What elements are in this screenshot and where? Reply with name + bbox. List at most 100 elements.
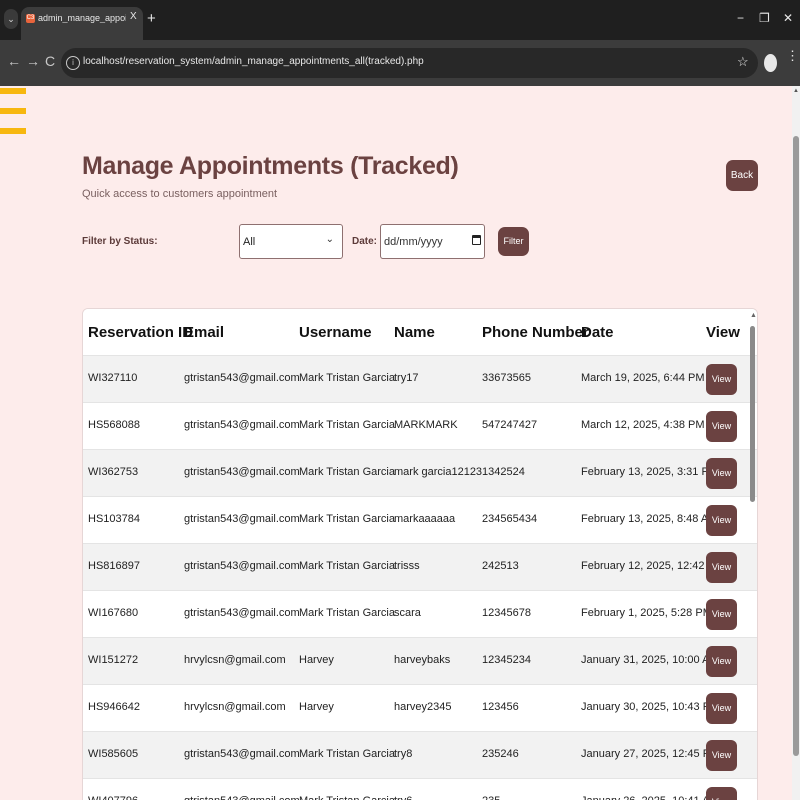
column-header: Phone Number bbox=[482, 324, 589, 341]
reservation-id-cell: WI151272 bbox=[88, 654, 139, 666]
reservation-id-cell: HS816897 bbox=[88, 560, 140, 572]
reservation-id-cell: HS103784 bbox=[88, 513, 140, 525]
username-cell: Mark Tristan Garcia bbox=[299, 419, 395, 431]
reservation-id-cell: WI585605 bbox=[88, 748, 139, 760]
filter-button[interactable]: Filter bbox=[498, 227, 529, 256]
name-cell: markaaaaaa bbox=[394, 513, 456, 525]
appointments-table: Reservation ID Email Username Name Phone… bbox=[82, 308, 758, 800]
email-cell: gtristan543@gmail.com bbox=[184, 466, 300, 478]
browser-tab[interactable]: C3 admin_manage_appointments X bbox=[21, 7, 143, 40]
column-header: Username bbox=[299, 324, 372, 341]
url-field[interactable]: i localhost/reservation_system/admin_man… bbox=[61, 48, 758, 78]
tab-close-button[interactable]: X bbox=[130, 11, 137, 22]
favicon-icon: C3 bbox=[26, 14, 35, 23]
view-button[interactable]: View bbox=[706, 599, 737, 630]
table-scrollbar[interactable]: ▲ bbox=[748, 310, 758, 800]
back-arrow-icon[interactable]: ← bbox=[7, 53, 21, 69]
reservation-id-cell: HS568088 bbox=[88, 419, 140, 431]
back-button[interactable]: Back bbox=[726, 160, 758, 191]
email-cell: gtristan543@gmail.com bbox=[184, 748, 300, 760]
name-cell: harveybaks bbox=[394, 654, 451, 666]
column-header: Reservation ID bbox=[88, 324, 194, 341]
phone-cell: 235 bbox=[482, 795, 500, 800]
phone-cell: 242513 bbox=[482, 560, 519, 572]
chevron-down-icon: ⌄ bbox=[325, 234, 334, 245]
date-cell: February 13, 2025, 8:48 AM bbox=[581, 513, 718, 525]
view-button[interactable]: View bbox=[706, 787, 737, 800]
username-cell: Mark Tristan Garcia bbox=[299, 466, 395, 478]
scroll-thumb[interactable] bbox=[793, 136, 799, 756]
hamburger-menu-icon[interactable] bbox=[0, 88, 26, 136]
bookmark-star-icon[interactable]: ☆ bbox=[737, 54, 749, 70]
date-input[interactable]: dd/mm/yyyy bbox=[380, 224, 485, 259]
window-close-button[interactable]: ✕ bbox=[783, 11, 793, 25]
date-cell: March 12, 2025, 4:38 PM bbox=[581, 419, 705, 431]
username-cell: Harvey bbox=[299, 654, 334, 666]
table-row: WI167680 gtristan543@gmail.com Mark Trista… bbox=[83, 590, 757, 637]
name-cell: trisss bbox=[394, 560, 420, 572]
scroll-up-icon[interactable]: ▲ bbox=[793, 88, 799, 94]
username-cell: Mark Tristan Garcia bbox=[299, 748, 395, 760]
view-button[interactable]: View bbox=[706, 458, 737, 489]
page-title: Manage Appointments (Tracked) bbox=[82, 152, 459, 180]
view-button[interactable]: View bbox=[706, 552, 737, 583]
forward-arrow-icon[interactable]: → bbox=[26, 53, 40, 69]
restore-button[interactable]: ❐ bbox=[759, 11, 770, 25]
view-button[interactable]: View bbox=[706, 646, 737, 677]
username-cell: Mark Tristan Garcia bbox=[299, 560, 395, 572]
username-cell: Harvey bbox=[299, 701, 334, 713]
table-row: WI327110 gtristan543@gmail.com Mark Trista… bbox=[83, 355, 757, 402]
date-cell: March 19, 2025, 6:44 PM bbox=[581, 372, 705, 384]
table-row: HS568088 gtristan543@gmail.com Mark Trista… bbox=[83, 402, 757, 449]
email-cell: gtristan543@gmail.com bbox=[184, 372, 300, 384]
reservation-id-cell: WI327110 bbox=[88, 372, 138, 384]
scroll-up-icon[interactable]: ▲ bbox=[750, 312, 757, 319]
table-row: WI585605 gtristan543@gmail.com Mark Trista… bbox=[83, 731, 757, 778]
status-select[interactable]: All ⌄ bbox=[239, 224, 343, 259]
status-select-value: All bbox=[243, 236, 256, 248]
email-cell: hrvylcsn@gmail.com bbox=[184, 654, 286, 666]
view-button[interactable]: View bbox=[706, 693, 737, 724]
name-cell: harvey2345 bbox=[394, 701, 452, 713]
site-info-icon[interactable]: i bbox=[66, 56, 80, 70]
tab-search-button[interactable]: ⌄ bbox=[4, 9, 18, 29]
username-cell: Mark Tristan Garcia bbox=[299, 372, 395, 384]
calendar-icon[interactable] bbox=[472, 235, 481, 245]
table-row: HS816897 gtristan543@gmail.com Mark Trista… bbox=[83, 543, 757, 590]
table-header: Reservation ID Email Username Name Phone… bbox=[83, 309, 757, 355]
reservation-id-cell: HS946642 bbox=[88, 701, 140, 713]
phone-cell: 12345678 bbox=[482, 607, 531, 619]
tab-title: admin_manage_appointments bbox=[38, 13, 126, 23]
new-tab-button[interactable]: + bbox=[147, 10, 156, 27]
email-cell: gtristan543@gmail.com bbox=[184, 513, 300, 525]
phone-cell: 12345234 bbox=[482, 654, 531, 666]
minimize-button[interactable]: − bbox=[737, 11, 744, 25]
email-cell: gtristan543@gmail.com bbox=[184, 795, 300, 800]
email-cell: gtristan543@gmail.com bbox=[184, 560, 300, 572]
page-scrollbar[interactable]: ▲ bbox=[792, 86, 800, 800]
phone-cell: 235246 bbox=[482, 748, 519, 760]
column-header: View bbox=[706, 324, 740, 341]
name-cell: MARKMARK bbox=[394, 419, 458, 431]
name-cell: try17 bbox=[394, 372, 419, 384]
reload-icon[interactable]: C bbox=[45, 53, 55, 69]
table-row: WI407796 gtristan543@gmail.comMark Trista… bbox=[83, 778, 757, 800]
name-cell: scara bbox=[394, 607, 421, 619]
profile-avatar[interactable] bbox=[764, 54, 777, 72]
phone-cell: 1342524 bbox=[482, 466, 525, 478]
email-cell: gtristan543@gmail.com bbox=[184, 419, 300, 431]
name-cell: mark garcia12123 bbox=[394, 466, 483, 478]
view-button[interactable]: View bbox=[706, 364, 737, 395]
username-cell: Mark Tristan Garcia bbox=[299, 795, 395, 800]
browser-menu-icon[interactable]: ⋮ bbox=[786, 49, 799, 62]
view-button[interactable]: View bbox=[706, 505, 737, 536]
view-button[interactable]: View bbox=[706, 411, 737, 442]
browser-tab-bar: ⌄ C3 admin_manage_appointments X + − ❐ ✕ bbox=[0, 0, 800, 40]
column-header: Email bbox=[184, 324, 225, 341]
phone-cell: 234565434 bbox=[482, 513, 538, 525]
address-bar: ← → C i localhost/reservation_system/adm… bbox=[0, 40, 800, 86]
view-button[interactable]: View bbox=[706, 740, 737, 771]
scroll-thumb[interactable] bbox=[750, 326, 755, 502]
phone-cell: 123456 bbox=[482, 701, 519, 713]
status-filter-label: Filter by Status: bbox=[82, 236, 158, 247]
